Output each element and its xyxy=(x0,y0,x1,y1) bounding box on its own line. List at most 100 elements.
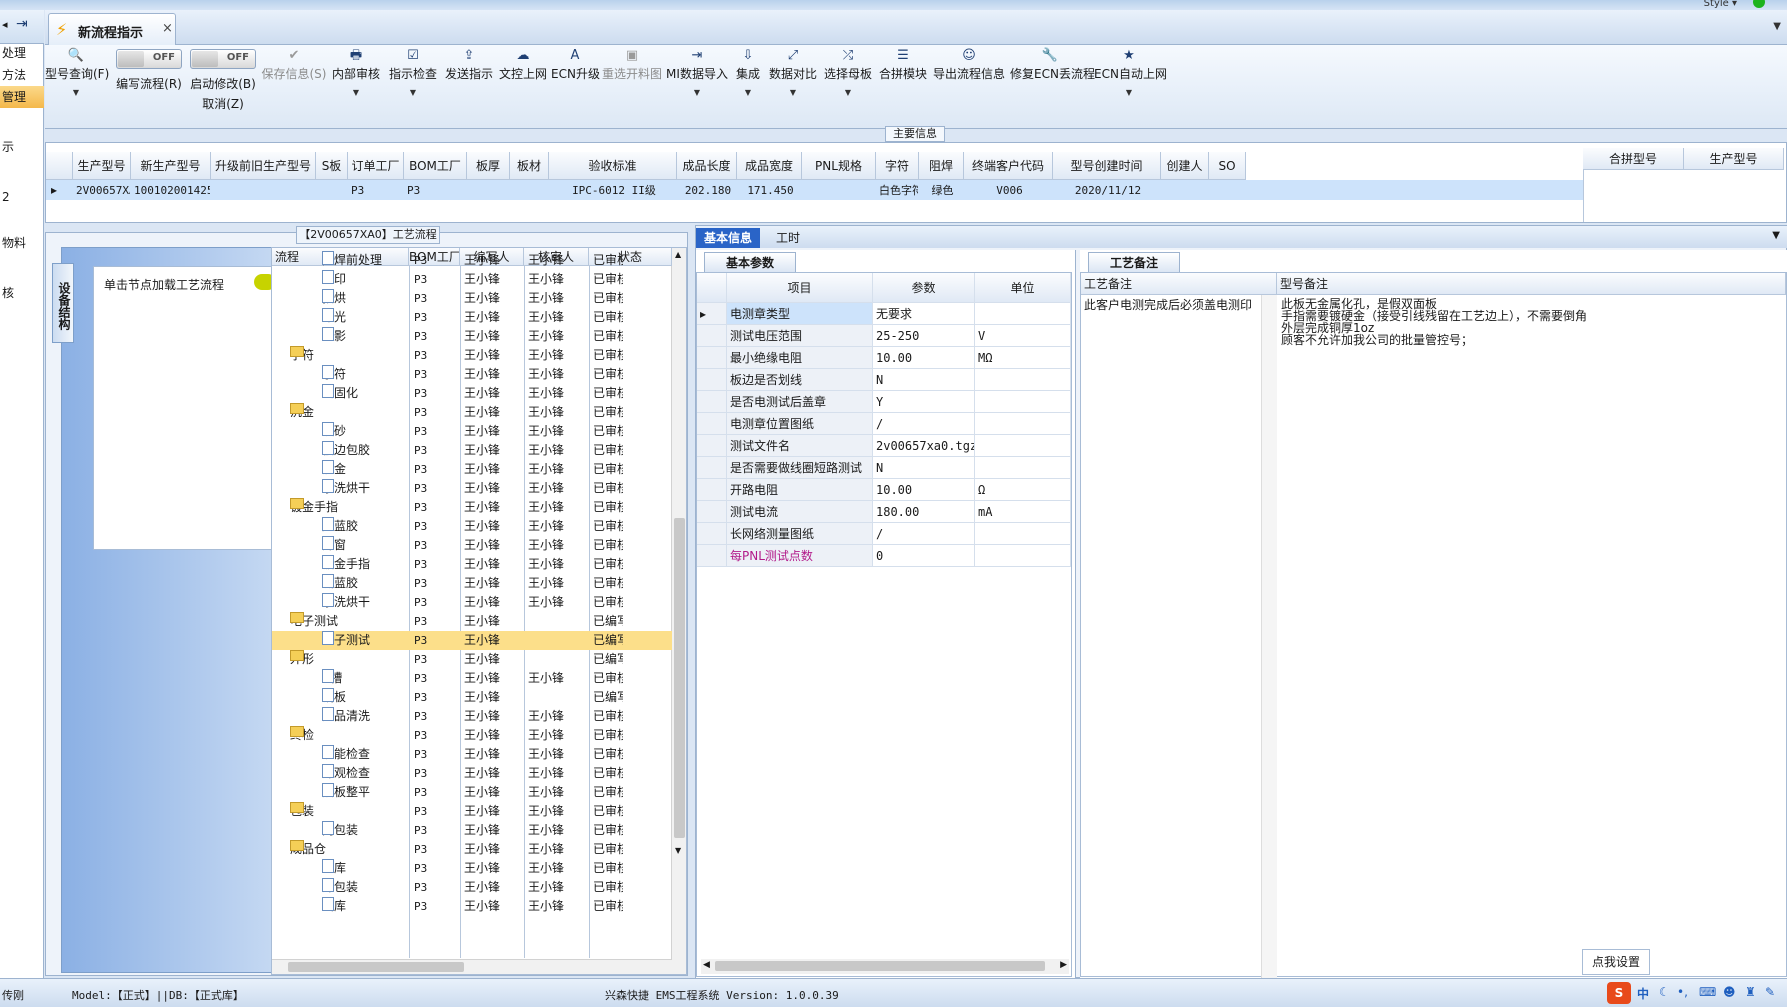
dropdown-arrow-icon[interactable]: ▼ xyxy=(387,88,439,97)
tree-node[interactable]: V槽 xyxy=(322,669,408,688)
column-header[interactable]: 验收标准 xyxy=(549,152,677,180)
user-icon[interactable]: ☻ xyxy=(1723,985,1736,999)
tree-node[interactable]: 撕蓝胶 xyxy=(322,574,408,593)
column-header[interactable]: 升级前旧生产型号 xyxy=(211,152,316,180)
tree-row[interactable]: 开窗 P3 王小锋 王小锋 已审核 xyxy=(272,536,672,555)
column-header[interactable]: PNL规格 xyxy=(802,152,876,180)
info-cell[interactable]: 白色字符 xyxy=(879,181,918,200)
row-selector[interactable] xyxy=(697,325,727,347)
column-header[interactable]: 合拼型号 xyxy=(1583,148,1684,170)
tree-node[interactable]: 预烘 xyxy=(322,289,408,308)
ribbon-button[interactable]: ☁ 文控上网 xyxy=(499,45,547,129)
close-icon[interactable]: × xyxy=(162,21,173,36)
ribbon-button[interactable]: ⤮ 选择母板 ▼ xyxy=(822,45,874,129)
tree-node[interactable]: 丝印 xyxy=(322,270,408,289)
tree-node[interactable]: 终固化 xyxy=(322,384,408,403)
param-value[interactable]: 0 xyxy=(873,545,975,567)
row-indicator-icon[interactable]: ▸ xyxy=(697,303,727,325)
tree-node[interactable]: 外包装 xyxy=(322,878,408,897)
row-selector[interactable] xyxy=(697,347,727,369)
tree-row[interactable]: 丝印 P3 王小锋 王小锋 已审核 xyxy=(272,270,672,289)
column-header[interactable]: S板 xyxy=(316,152,348,180)
tree-node[interactable]: −沉金 xyxy=(290,403,408,422)
ribbon-button[interactable]: OFF 编写流程(R) xyxy=(115,45,183,129)
scroll-right-icon[interactable]: ▶ xyxy=(1060,960,1067,970)
tree-scroll-thumb[interactable] xyxy=(674,518,685,838)
row-selector[interactable] xyxy=(697,545,727,567)
column-header[interactable]: BOM工厂 xyxy=(404,152,467,180)
dropdown-arrow-icon[interactable]: ▼ xyxy=(45,88,107,97)
tree-row[interactable]: −成品仓 P3 王小锋 王小锋 已审核 xyxy=(272,840,672,859)
column-header[interactable]: 型号创建时间 xyxy=(1053,152,1161,180)
dropdown-arrow-icon[interactable]: ▼ xyxy=(732,88,764,97)
param-column-header[interactable]: 项目 xyxy=(727,273,873,303)
tree-row[interactable]: 出库 P3 王小锋 王小锋 已审核 xyxy=(272,897,672,916)
nav-item[interactable]: 核 xyxy=(0,282,44,304)
tree-row[interactable]: 镀金手指 P3 王小锋 王小锋 已审核 xyxy=(272,555,672,574)
tab-basic-info[interactable]: 基本信息 xyxy=(696,228,761,248)
tree-row[interactable]: 曝光 P3 王小锋 王小锋 已审核 xyxy=(272,308,672,327)
ribbon-button[interactable]: ☰ 合拼模块 xyxy=(877,45,929,129)
tree-row[interactable]: 外包装 P3 王小锋 王小锋 已审核 xyxy=(272,878,672,897)
shirt-icon[interactable]: ♜ xyxy=(1745,985,1756,999)
param-value[interactable]: 180.00 xyxy=(873,501,975,523)
info-cell[interactable]: P3 xyxy=(351,181,403,200)
tree-node[interactable]: 沉金 xyxy=(322,460,408,479)
column-header[interactable]: 阻焊 xyxy=(919,152,964,180)
tree-row[interactable]: V槽 P3 王小锋 王小锋 已审核 xyxy=(272,669,672,688)
tree-vertical-scrollbar[interactable]: ▲ ▼ xyxy=(671,248,686,974)
info-cell[interactable]: 2020/11/12 xyxy=(1056,181,1160,200)
moon-icon[interactable]: ☾ xyxy=(1659,985,1670,999)
column-header[interactable]: 新生产型号 xyxy=(131,152,211,180)
tree-node[interactable]: 内包装 xyxy=(322,821,408,840)
info-cell[interactable]: 10010200142510 xyxy=(134,181,210,200)
column-header[interactable]: 订单工厂 xyxy=(348,152,404,180)
column-header[interactable]: 成品长度 xyxy=(677,152,737,180)
dot-icon[interactable]: •, xyxy=(1677,985,1688,999)
tree-row[interactable]: 内包装 P3 王小锋 王小锋 已审核 xyxy=(272,821,672,840)
tree-row[interactable]: 板边包胶 P3 王小锋 王小锋 已审核 xyxy=(272,441,672,460)
style-menu[interactable]: Style ▾ xyxy=(1704,0,1737,9)
tree-row[interactable]: −包装 P3 王小锋 王小锋 已审核 xyxy=(272,802,672,821)
tree-node[interactable]: 水洗烘干 xyxy=(322,593,408,612)
tree-node[interactable]: 阻焊前处理 xyxy=(322,251,408,270)
info-cell[interactable] xyxy=(805,181,875,200)
process-memo-text[interactable]: 此客户电测完成后必须盖电测印 xyxy=(1084,299,1252,311)
tree-row[interactable]: −外形 P3 王小锋 已编写 xyxy=(272,650,672,669)
tree-node[interactable]: 显影 xyxy=(322,327,408,346)
tree-node[interactable]: −镀金手指 xyxy=(290,498,408,517)
row-selector[interactable] xyxy=(697,501,727,523)
tree-row[interactable]: 显影 P3 王小锋 王小锋 已审核 xyxy=(272,327,672,346)
nav-item[interactable]: 方法 xyxy=(0,64,44,86)
info-cell[interactable] xyxy=(1212,181,1245,200)
tree-node[interactable]: 曝光 xyxy=(322,308,408,327)
tree-node[interactable]: 水洗烘干 xyxy=(322,479,408,498)
tree-row[interactable]: 喷砂 P3 王小锋 王小锋 已审核 xyxy=(272,422,672,441)
ribbon-button[interactable]: 🔍 型号查询(F) ▼ xyxy=(45,45,109,129)
param-value[interactable]: / xyxy=(873,523,975,545)
tree-row[interactable]: 终固化 P3 王小锋 王小锋 已审核 xyxy=(272,384,672,403)
ime-chinese-icon[interactable]: 中 xyxy=(1637,985,1649,1002)
tree-row[interactable]: −镀金手指 P3 王小锋 王小锋 已审核 xyxy=(272,498,672,517)
param-value[interactable]: 10.00 xyxy=(873,479,975,501)
memo-scrollbar[interactable] xyxy=(1261,295,1277,978)
info-cell[interactable]: 171.450 xyxy=(740,181,801,200)
tree-row[interactable]: −电子测试 P3 王小锋 已编写 xyxy=(272,612,672,631)
param-value[interactable]: / xyxy=(873,413,975,435)
ribbon-button[interactable]: ▣ 重选开料图 xyxy=(602,45,662,129)
tree-row[interactable]: −沉金 P3 王小锋 王小锋 已审核 xyxy=(272,403,672,422)
tree-node[interactable]: 板边包胶 xyxy=(322,441,408,460)
ribbon-button[interactable]: ⤢ 数据对比 ▼ xyxy=(767,45,819,129)
tree-node[interactable]: −外形 xyxy=(290,650,408,669)
nav-item[interactable]: 管理 xyxy=(0,86,44,108)
nav-item[interactable]: 物料 xyxy=(0,232,44,254)
tree-node[interactable]: 开窗 xyxy=(322,536,408,555)
toggle-switch[interactable]: OFF xyxy=(116,49,182,69)
tree-row[interactable]: 水洗烘干 P3 王小锋 王小锋 已审核 xyxy=(272,479,672,498)
tree-row[interactable]: 功能检查 P3 王小锋 王小锋 已审核 xyxy=(272,745,672,764)
column-header[interactable]: SO xyxy=(1209,152,1246,180)
ribbon-button[interactable]: 🖶 内部审核 ▼ xyxy=(330,45,382,129)
tree-row[interactable]: 成品清洗 P3 王小锋 王小锋 已审核 xyxy=(272,707,672,726)
info-cell[interactable] xyxy=(319,181,347,200)
tree-node[interactable]: −包装 xyxy=(290,802,408,821)
